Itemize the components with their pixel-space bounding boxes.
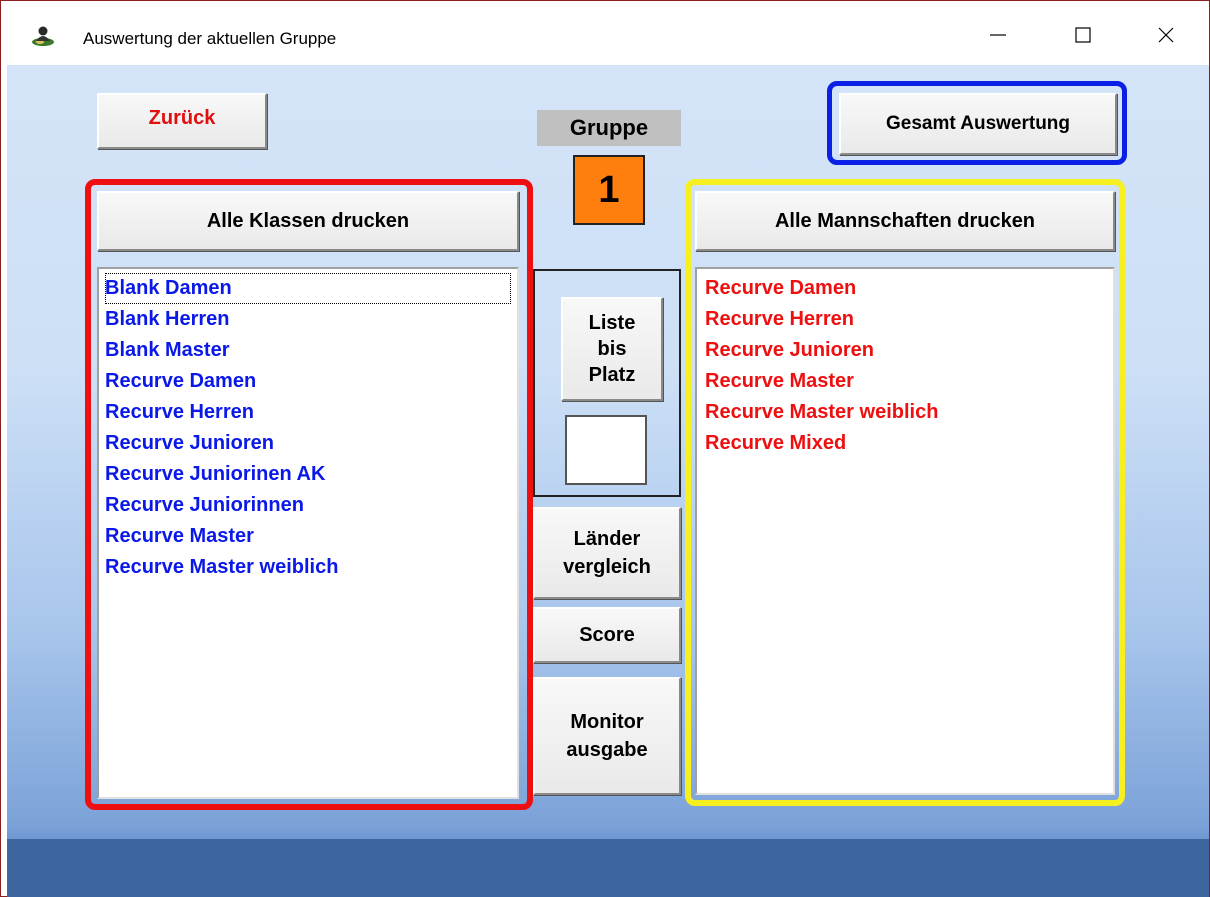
overall-evaluation-button[interactable]: Gesamt Auswertung <box>839 93 1117 155</box>
list-until-place-line2: bis <box>597 338 627 360</box>
list-item[interactable]: Recurve Herren <box>105 397 511 428</box>
list-item[interactable]: Recurve Junioren <box>105 428 511 459</box>
list-item[interactable]: Recurve Juniorinnen <box>105 490 511 521</box>
list-item[interactable]: Recurve Juniorinen AK <box>105 459 511 490</box>
list-item[interactable]: Blank Herren <box>105 304 511 335</box>
list-item[interactable]: Blank Damen <box>105 273 511 304</box>
main-window: Auswertung der aktuellen Gruppe Zurück G… <box>0 0 1210 897</box>
monitor-output-button[interactable]: Monitor ausgabe <box>533 677 681 795</box>
group-label: Gruppe <box>537 110 681 146</box>
teams-list[interactable]: Recurve Damen Recurve Herren Recurve Jun… <box>695 267 1115 795</box>
title-bar: Auswertung der aktuellen Gruppe <box>1 1 1209 65</box>
window-title: Auswertung der aktuellen Gruppe <box>83 29 337 48</box>
maximize-button[interactable] <box>1058 15 1108 59</box>
country-compare-line2: vergleich <box>563 556 651 578</box>
list-until-place-line3: Platz <box>588 364 636 386</box>
country-compare-button[interactable]: Länder vergleich <box>533 507 681 599</box>
user-globe-icon <box>31 25 55 47</box>
print-all-classes-button[interactable]: Alle Klassen drucken <box>97 191 519 251</box>
place-input[interactable] <box>565 415 647 485</box>
minimize-button[interactable] <box>973 15 1023 59</box>
back-button[interactable]: Zurück <box>97 93 267 149</box>
list-until-place-button[interactable]: Liste bis Platz <box>561 297 663 401</box>
close-icon <box>1156 25 1176 50</box>
maximize-icon <box>1073 25 1093 50</box>
list-item[interactable]: Recurve Mixed <box>705 428 1105 459</box>
group-number: 1 <box>573 155 645 225</box>
classes-list[interactable]: Blank Damen Blank Herren Blank Master Re… <box>97 267 519 799</box>
list-item[interactable]: Recurve Junioren <box>705 335 1105 366</box>
list-item[interactable]: Recurve Herren <box>705 304 1105 335</box>
list-until-place-line1: Liste <box>588 312 636 334</box>
list-item[interactable]: Recurve Damen <box>105 366 511 397</box>
print-all-teams-button[interactable]: Alle Mannschaften drucken <box>695 191 1115 251</box>
score-button[interactable]: Score <box>533 607 681 663</box>
minimize-icon <box>988 25 1008 50</box>
monitor-output-line1: Monitor <box>570 711 644 733</box>
monitor-output-line2: ausgabe <box>566 739 648 761</box>
list-item[interactable]: Blank Master <box>105 335 511 366</box>
bottom-bar <box>7 839 1209 897</box>
list-item[interactable]: Recurve Master weiblich <box>705 397 1105 428</box>
list-item[interactable]: Recurve Master <box>105 521 511 552</box>
list-item[interactable]: Recurve Master weiblich <box>105 552 511 583</box>
country-compare-line1: Länder <box>573 528 641 550</box>
close-button[interactable] <box>1141 15 1191 59</box>
list-item[interactable]: Recurve Damen <box>705 273 1105 304</box>
list-item[interactable]: Recurve Master <box>705 366 1105 397</box>
